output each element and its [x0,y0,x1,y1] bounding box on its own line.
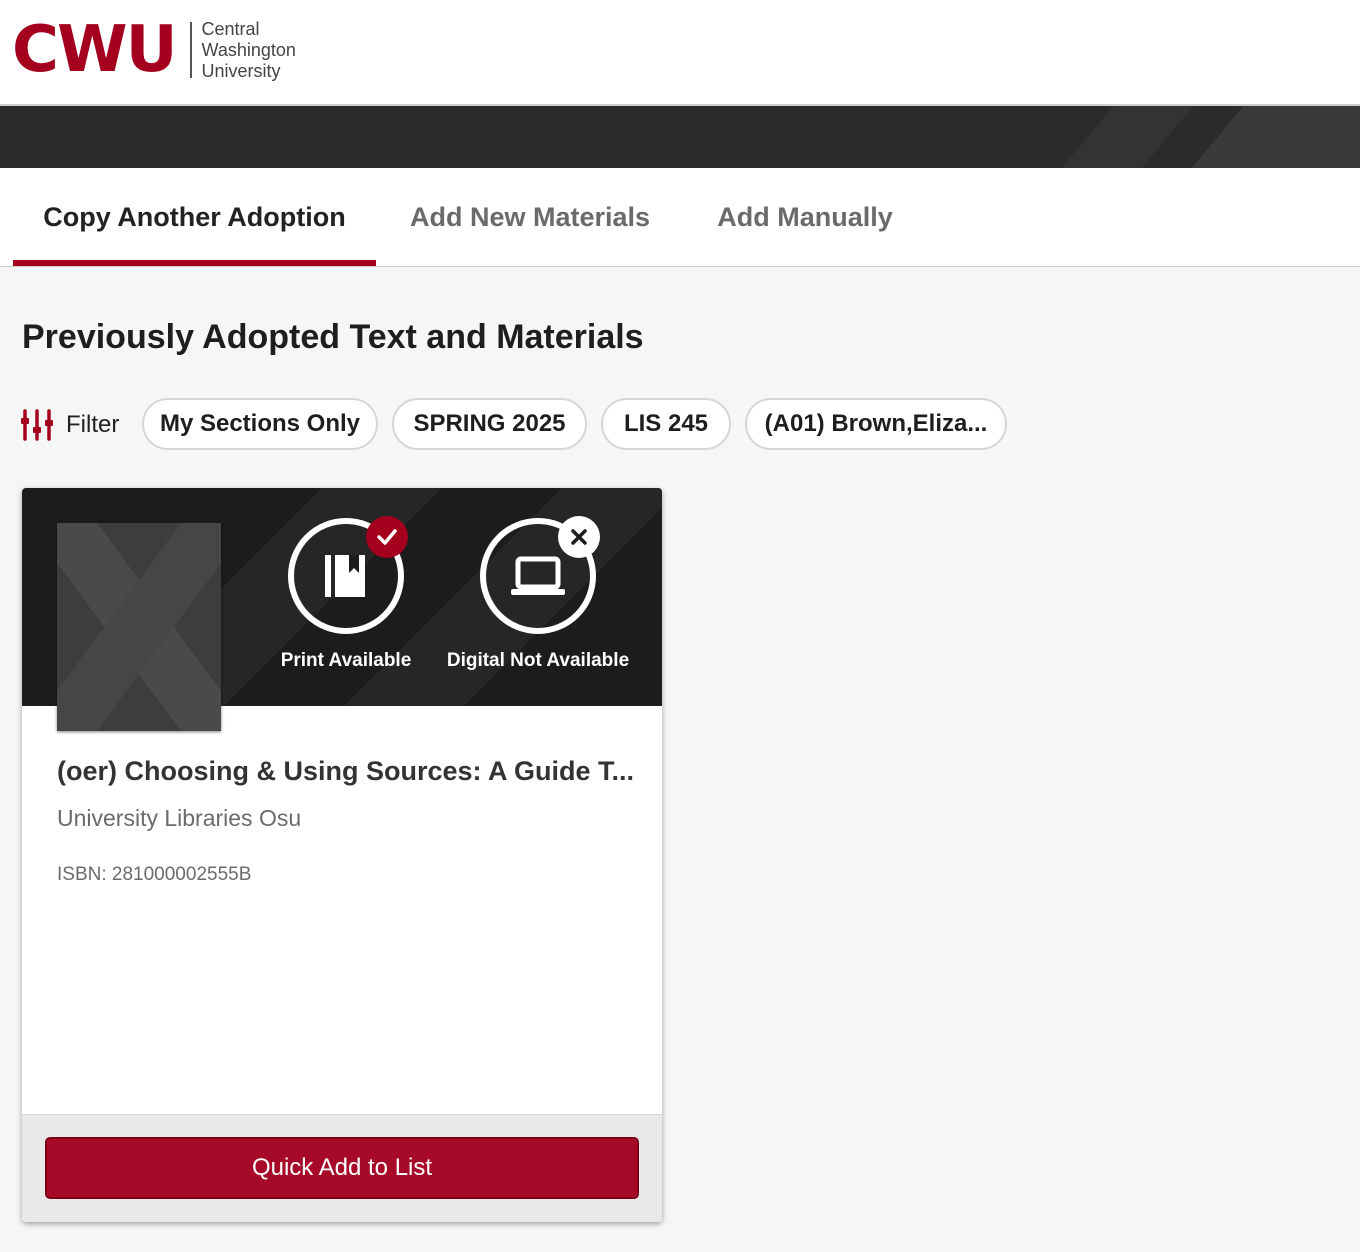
book-icon-circle [288,516,408,634]
logo-line-1: Central [201,18,260,39]
logo-line-2: Washington [201,39,296,60]
sliders-icon [21,409,53,441]
logo-divider [189,22,192,78]
book-isbn: ISBN: 281000002555B [57,864,252,885]
logo-text: Central Washington University [202,19,296,82]
tab-add-manually[interactable]: Add Manually [700,168,910,266]
print-availability: Print Available [246,516,446,672]
digital-status-label: Digital Not Available [446,650,630,671]
laptop-icon [511,556,565,595]
print-status-label: Print Available [280,650,412,671]
filter-chip-course[interactable]: LIS 245 [601,398,731,450]
card-details: (oer) Choosing & Using Sources: A Guide … [57,756,637,886]
logo-line-3: University [201,60,281,81]
cover-placeholder-image [57,523,221,731]
quick-add-button[interactable]: Quick Add to List [45,1137,639,1199]
material-card: Print Available Digital Not Available (o… [22,488,662,1222]
tab-copy-another-adoption[interactable]: Copy Another Adoption [13,168,376,266]
book-title[interactable]: (oer) Choosing & Using Sources: A Guide … [57,756,637,787]
banner-stripe [1029,106,1211,168]
site-header: CWU Central Washington University [0,0,1360,106]
tab-bar: Copy Another Adoption Add New Materials … [0,168,1360,267]
filter-button[interactable]: Filter [20,400,119,450]
book-icon [325,555,365,597]
book-cover-placeholder [57,523,221,731]
page-title: Previously Adopted Text and Materials [22,318,644,356]
close-icon [558,516,600,558]
filter-chip-instructor[interactable]: (A01) Brown,Eliza... [745,398,1007,450]
filter-label: Filter [66,411,120,438]
book-author: University Libraries Osu [57,805,302,831]
laptop-icon-circle [480,516,600,634]
banner-stripe [1159,106,1360,168]
card-footer: Quick Add to List [22,1114,662,1222]
check-icon [366,516,408,558]
filter-chip-sections[interactable]: My Sections Only [142,398,378,450]
page-banner [0,106,1360,168]
tab-add-new-materials[interactable]: Add New Materials [395,168,665,266]
filter-chip-term[interactable]: SPRING 2025 [392,398,587,450]
cwu-logo[interactable]: CWU Central Washington University [12,14,296,86]
digital-availability: Digital Not Available [438,516,638,672]
logo-mark: CWU [12,13,178,87]
